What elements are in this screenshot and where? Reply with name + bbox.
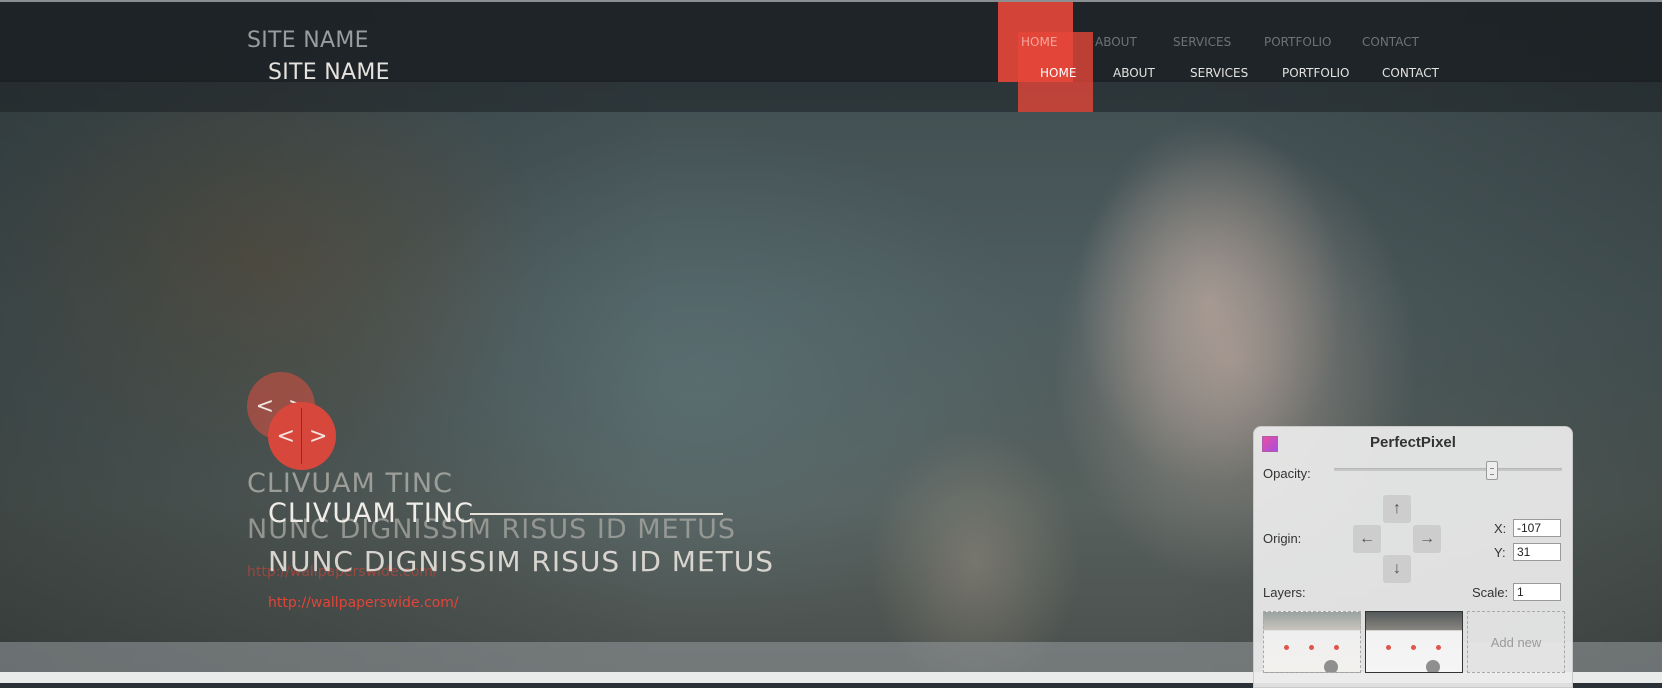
nav-about-overlay: ABOUT xyxy=(1095,35,1137,49)
slide-title-overlay: CLIVUAM TINC xyxy=(247,468,453,499)
nav-about[interactable]: ABOUT xyxy=(1113,66,1155,80)
opacity-slider-thumb[interactable] xyxy=(1486,461,1498,480)
nav-home[interactable]: HOME xyxy=(1040,66,1076,80)
opacity-label: Opacity: xyxy=(1263,466,1311,481)
site-name-overlay: SITE NAME xyxy=(247,28,369,53)
origin-up-button[interactable]: ↑ xyxy=(1383,495,1411,523)
y-label: Y: xyxy=(1494,545,1506,560)
arrows-divider xyxy=(301,408,302,464)
scale-label: Scale: xyxy=(1472,585,1509,600)
slide-title-rule xyxy=(470,513,723,515)
nav-portfolio-overlay: PORTFOLIO xyxy=(1264,35,1332,49)
nav-home-overlay: HOME xyxy=(1021,35,1058,49)
opacity-slider-track[interactable] xyxy=(1334,468,1562,471)
nav-contact[interactable]: CONTACT xyxy=(1382,66,1439,80)
slider-prev-button[interactable]: < xyxy=(277,424,295,449)
slide-source-link[interactable]: http://wallpaperswide.com/ xyxy=(268,595,459,611)
layer-thumbnail-2[interactable] xyxy=(1365,611,1463,673)
chevron-left-icon: < xyxy=(255,393,274,419)
slide-subtitle: NUNC DIGNISSIM RISUS ID METUS xyxy=(268,545,775,578)
add-new-layer-button[interactable]: Add new xyxy=(1467,611,1565,673)
origin-label: Origin: xyxy=(1263,531,1302,546)
origin-down-button[interactable]: ↓ xyxy=(1383,555,1411,583)
nav-services[interactable]: SERVICES xyxy=(1190,66,1248,80)
scale-input[interactable] xyxy=(1513,583,1561,601)
nav-services-overlay: SERVICES xyxy=(1173,35,1232,49)
site-name[interactable]: SITE NAME xyxy=(268,60,390,85)
origin-left-button[interactable]: ← xyxy=(1353,525,1381,553)
nav-contact-overlay: CONTACT xyxy=(1362,35,1419,49)
origin-y-input[interactable] xyxy=(1513,543,1561,561)
perfectpixel-panel[interactable]: PerfectPixel Opacity: Origin: ↑ ← → ↓ X:… xyxy=(1253,426,1573,688)
layers-label: Layers: xyxy=(1263,585,1306,600)
layer-thumbnail-1[interactable] xyxy=(1263,611,1361,673)
x-label: X: xyxy=(1494,521,1507,536)
slide-title: CLIVUAM TINC xyxy=(268,498,474,529)
nav-portfolio[interactable]: PORTFOLIO xyxy=(1282,66,1350,80)
slider-next-button[interactable]: > xyxy=(309,424,327,449)
header-bar xyxy=(0,80,1662,112)
perfectpixel-title: PerfectPixel xyxy=(1370,434,1456,451)
origin-x-input[interactable] xyxy=(1513,519,1561,537)
origin-right-button[interactable]: → xyxy=(1413,525,1441,553)
slider-arrows: < > xyxy=(268,402,336,470)
